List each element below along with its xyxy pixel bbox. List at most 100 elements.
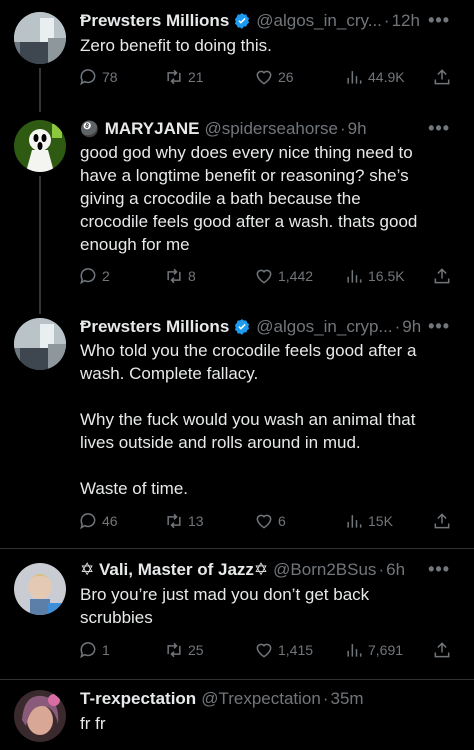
heart-icon <box>256 70 272 85</box>
heart-icon <box>256 269 272 284</box>
timestamp[interactable]: 35m <box>331 689 364 709</box>
reply-button[interactable]: 2 <box>78 265 110 287</box>
like-button[interactable]: 6 <box>254 510 286 532</box>
author-handle[interactable]: @Born2BSus <box>273 560 376 580</box>
views-button[interactable]: 44.9K <box>344 66 405 88</box>
views-icon <box>347 644 362 657</box>
reply-icon <box>80 642 96 659</box>
views-button[interactable]: 7,691 <box>344 639 403 661</box>
views-icon <box>347 71 362 84</box>
share-icon <box>434 268 450 284</box>
share-icon <box>434 513 450 529</box>
repost-button[interactable]: 21 <box>164 66 204 88</box>
share-icon <box>434 69 450 85</box>
tweet-actions: 46 13 6 15K <box>78 510 458 532</box>
repost-button[interactable]: 25 <box>164 639 204 661</box>
share-button[interactable] <box>432 265 456 287</box>
views-icon <box>347 270 362 283</box>
repost-button[interactable]: 13 <box>164 510 204 532</box>
like-button[interactable]: 1,415 <box>254 639 313 661</box>
repost-icon <box>167 513 181 529</box>
reply-count: 46 <box>102 513 118 529</box>
avatar[interactable] <box>14 563 66 615</box>
verified-badge-icon <box>233 318 251 336</box>
tweet-4[interactable]: ✡ Vali, Master of Jazz✡ @Born2BSus · 6h … <box>0 549 474 679</box>
repost-count: 13 <box>188 513 204 529</box>
author-name[interactable]: Ᵽrewsters Millions <box>80 11 229 31</box>
repost-count: 21 <box>188 69 204 85</box>
tweet-5[interactable]: T-rexpectation @Trexpectation · 35m fr f… <box>0 680 474 750</box>
reply-icon <box>80 513 96 530</box>
author-name[interactable]: ✡ Vali, Master of Jazz✡ <box>80 560 268 580</box>
tweet-actions: 78 21 26 44.9K <box>78 66 458 88</box>
heart-icon <box>256 514 272 529</box>
timestamp[interactable]: 12h <box>392 11 420 31</box>
tweet-text: Zero benefit to doing this. <box>80 36 272 55</box>
more-icon[interactable]: ••• <box>428 10 450 31</box>
avatar[interactable] <box>14 120 66 172</box>
author-handle[interactable]: @algos_in_cry... <box>256 11 382 31</box>
reply-button[interactable]: 1 <box>78 639 110 661</box>
reply-count: 1 <box>102 642 110 658</box>
views-count: 16.5K <box>368 268 405 284</box>
tweet-1[interactable]: Ᵽrewsters Millions @algos_in_cry... · 12… <box>0 0 474 112</box>
like-count: 6 <box>278 513 286 529</box>
author-handle[interactable]: @spiderseahorse <box>204 119 338 139</box>
tweet-text: Who told you the crocodile feels good af… <box>80 341 417 498</box>
author-handle[interactable]: @algos_in_cryp... <box>256 317 392 337</box>
timestamp[interactable]: 9h <box>402 317 421 337</box>
like-button[interactable]: 26 <box>254 66 294 88</box>
tweet-text: good god why does every nice thing need … <box>80 143 418 254</box>
reply-count: 2 <box>102 268 110 284</box>
separator-dot: · <box>339 119 346 138</box>
more-icon[interactable]: ••• <box>428 118 450 139</box>
views-count: 44.9K <box>368 69 405 85</box>
eight-ball-icon: 🎱 <box>80 121 99 138</box>
views-button[interactable]: 16.5K <box>344 265 405 287</box>
views-icon <box>347 515 362 528</box>
timestamp[interactable]: 9h <box>348 119 367 139</box>
separator-dot: · <box>322 689 329 708</box>
separator-dot: · <box>378 560 385 579</box>
share-button[interactable] <box>432 66 456 88</box>
like-count: 26 <box>278 69 294 85</box>
views-count: 15K <box>368 513 393 529</box>
more-icon[interactable]: ••• <box>428 316 450 337</box>
tweet-text: Bro you’re just mad you don’t get back s… <box>80 585 370 627</box>
reply-button[interactable]: 78 <box>78 66 118 88</box>
verified-badge-icon <box>233 12 251 30</box>
repost-icon <box>167 69 181 85</box>
author-handle[interactable]: @Trexpectation <box>201 689 321 709</box>
repost-icon <box>167 642 181 658</box>
tweet-text: fr fr <box>80 714 106 733</box>
share-icon <box>434 642 450 658</box>
reply-count: 78 <box>102 69 118 85</box>
avatar[interactable] <box>14 318 66 370</box>
heart-icon <box>256 643 272 658</box>
avatar[interactable] <box>14 690 66 742</box>
tweet-actions: 1 25 1,415 7,691 <box>78 639 458 661</box>
separator-dot: · <box>394 317 401 336</box>
separator-dot: · <box>383 11 390 30</box>
repost-button[interactable]: 8 <box>164 265 196 287</box>
share-button[interactable] <box>432 639 456 661</box>
tweet-3[interactable]: Ᵽrewsters Millions @algos_in_cryp... · 9… <box>0 314 474 546</box>
repost-count: 25 <box>188 642 204 658</box>
repost-count: 8 <box>188 268 196 284</box>
author-name[interactable]: T-rexpectation <box>80 689 196 709</box>
like-count: 1,415 <box>278 642 314 658</box>
like-button[interactable]: 1,442 <box>254 265 313 287</box>
timestamp[interactable]: 6h <box>386 560 405 580</box>
author-name[interactable]: MARYJANE <box>105 119 200 139</box>
repost-icon <box>167 268 181 284</box>
author-name[interactable]: Ᵽrewsters Millions <box>80 317 229 337</box>
tweet-actions: 2 8 1,442 16.5K <box>78 265 458 287</box>
share-button[interactable] <box>432 510 456 532</box>
avatar[interactable] <box>14 12 66 64</box>
reply-icon <box>80 268 96 285</box>
more-icon[interactable]: ••• <box>428 559 450 580</box>
tweet-2[interactable]: 🎱 MARYJANE @spiderseahorse · 9h ••• good… <box>0 112 474 314</box>
like-count: 1,442 <box>278 268 314 284</box>
views-button[interactable]: 15K <box>344 510 393 532</box>
reply-button[interactable]: 46 <box>78 510 118 532</box>
